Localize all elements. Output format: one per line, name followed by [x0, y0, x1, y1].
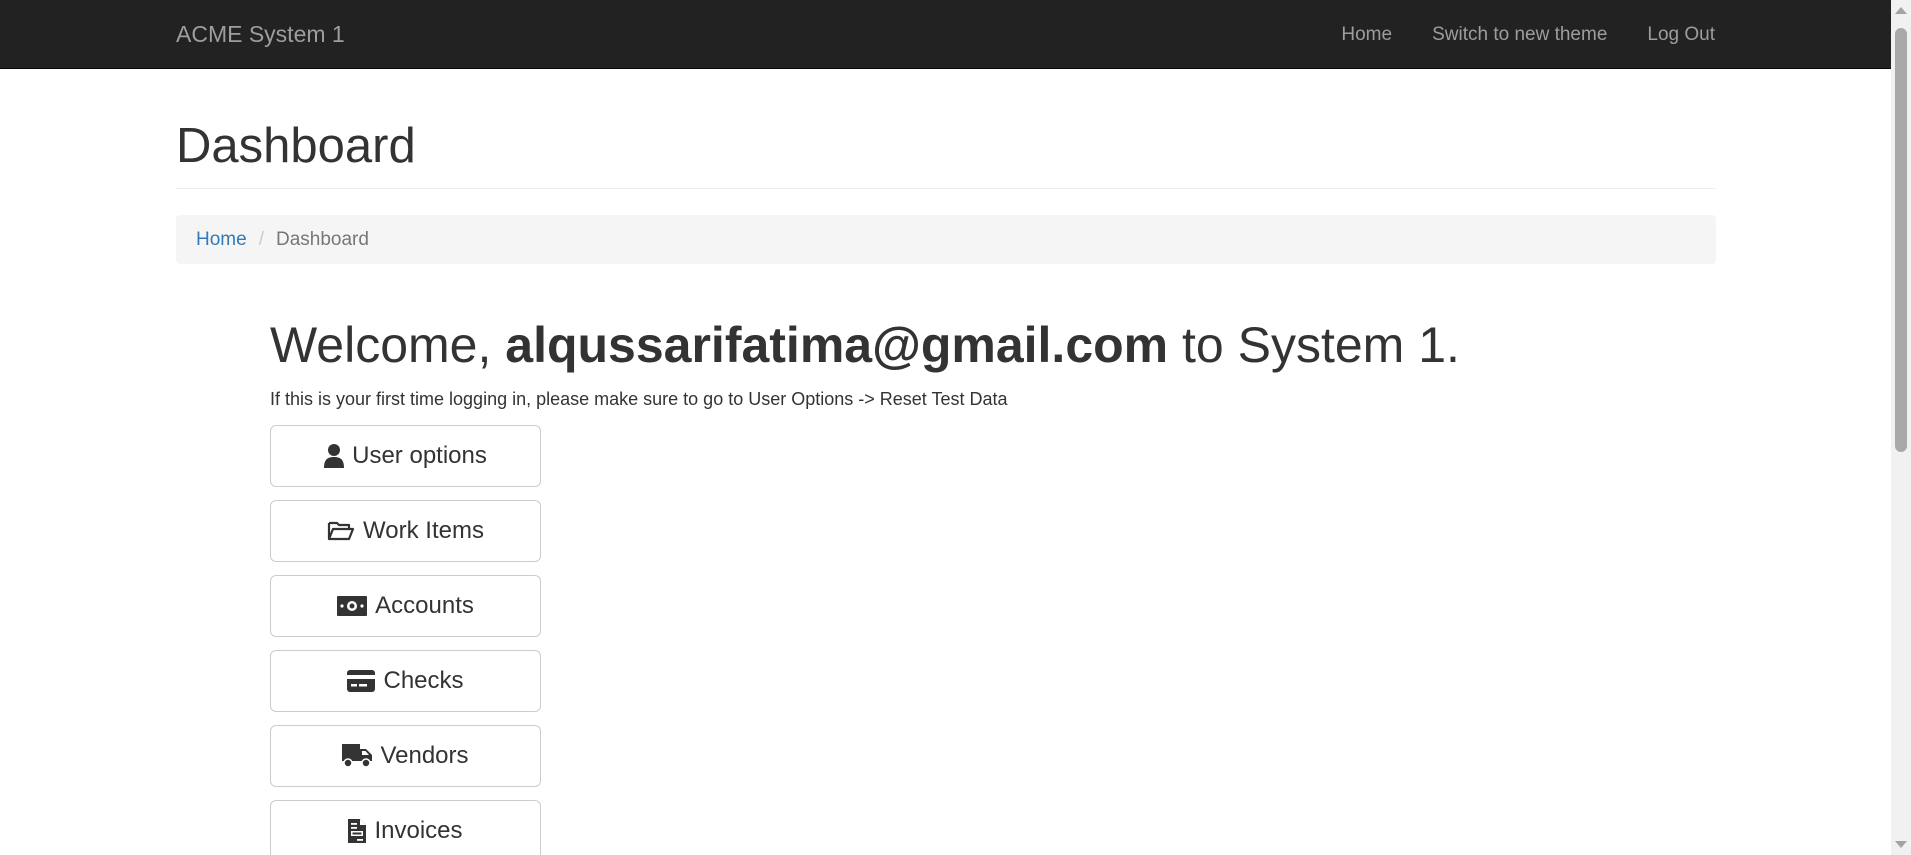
dashboard-button-list: User options Work Items Accounts Checks	[270, 425, 541, 855]
checks-label: Checks	[383, 667, 464, 694]
nav-home-link[interactable]: Home	[1321, 0, 1412, 69]
welcome-heading: Welcome, alqussarifatima@gmail.com to Sy…	[270, 314, 1460, 376]
user-options-button[interactable]: User options	[270, 425, 541, 487]
welcome-email: alqussarifatima@gmail.com	[505, 317, 1169, 373]
breadcrumb-home-link[interactable]: Home	[196, 229, 247, 251]
invoices-label: Invoices	[374, 817, 463, 844]
credit-card-icon	[347, 670, 376, 692]
scroll-down-arrow-icon[interactable]	[1895, 841, 1907, 848]
truck-icon	[342, 744, 373, 768]
brand-link[interactable]: ACME System 1	[176, 19, 345, 49]
work-items-label: Work Items	[363, 517, 484, 544]
top-navbar: ACME System 1 Home Switch to new theme L…	[0, 0, 1891, 69]
accounts-label: Accounts	[375, 592, 474, 619]
vendors-label: Vendors	[380, 742, 469, 769]
checks-button[interactable]: Checks	[270, 650, 541, 712]
work-items-button[interactable]: Work Items	[270, 500, 541, 562]
breadcrumb-current: Dashboard	[275, 228, 369, 250]
first-login-hint: If this is your first time logging in, p…	[270, 389, 1008, 409]
page-header: Dashboard	[176, 118, 1716, 189]
breadcrumb-separator: /	[258, 228, 264, 250]
folder-open-icon	[327, 520, 355, 542]
accounts-button[interactable]: Accounts	[270, 575, 541, 637]
page-title: Dashboard	[176, 119, 416, 173]
file-invoice-icon	[348, 819, 367, 843]
breadcrumb: Home / Dashboard	[176, 215, 1716, 264]
vertical-scrollbar[interactable]	[1891, 0, 1911, 855]
page: ACME System 1 Home Switch to new theme L…	[0, 0, 1911, 855]
nav-links: Home Switch to new theme Log Out	[1321, 0, 1715, 69]
money-bill-icon	[337, 596, 368, 616]
user-options-label: User options	[352, 442, 487, 469]
nav-logout-link[interactable]: Log Out	[1627, 0, 1715, 69]
vendors-button[interactable]: Vendors	[270, 725, 541, 787]
welcome-prefix: Welcome,	[270, 317, 506, 373]
nav-switch-theme-link[interactable]: Switch to new theme	[1412, 0, 1627, 69]
user-icon	[324, 444, 345, 468]
welcome-suffix: to System 1.	[1168, 317, 1460, 373]
scroll-thumb[interactable]	[1895, 28, 1907, 452]
invoices-button[interactable]: Invoices	[270, 800, 541, 855]
scroll-up-arrow-icon[interactable]	[1895, 7, 1907, 14]
